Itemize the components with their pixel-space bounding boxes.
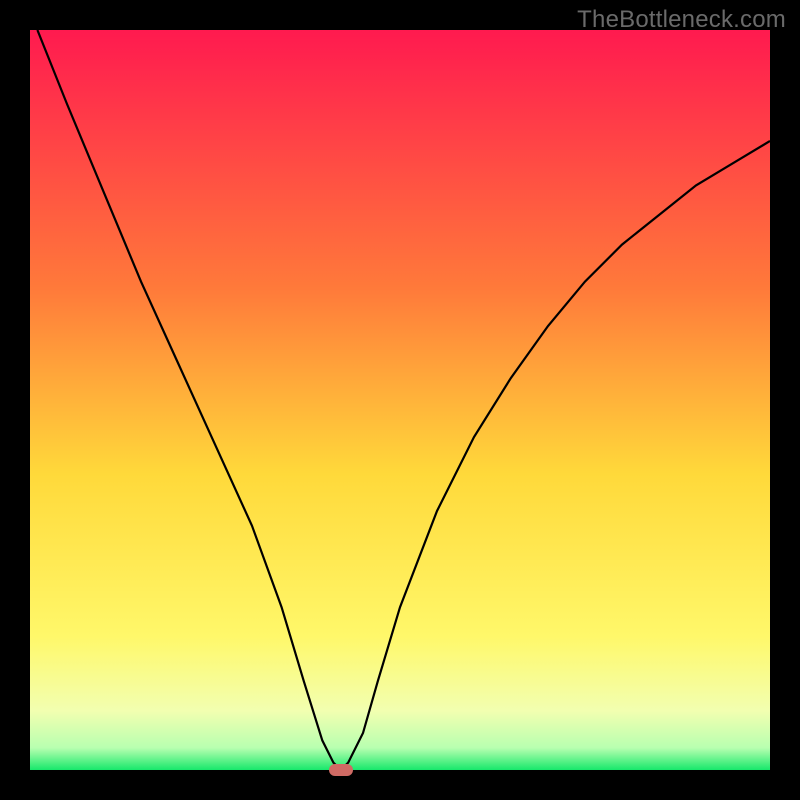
chart-frame: TheBottleneck.com [0, 0, 800, 800]
plot-area [30, 30, 770, 770]
chart-background [30, 30, 770, 770]
optimal-point-marker [329, 764, 353, 776]
watermark-text: TheBottleneck.com [577, 6, 786, 34]
chart-svg [30, 30, 770, 770]
